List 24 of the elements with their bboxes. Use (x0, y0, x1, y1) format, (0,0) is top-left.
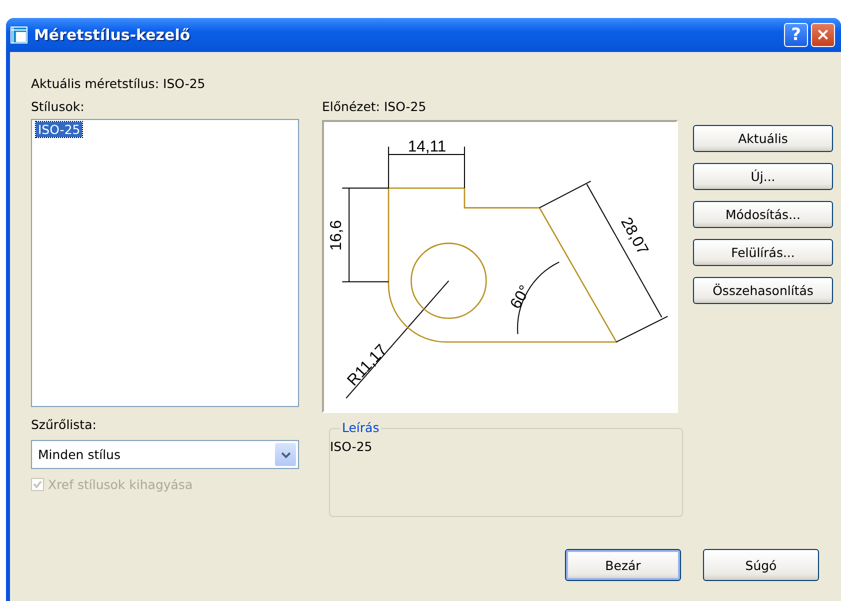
action-button[interactable]: Új... (693, 163, 833, 190)
app-icon (10, 26, 28, 44)
group-title: Leírás (340, 420, 382, 435)
action-button[interactable]: Összehasonlítás (693, 277, 833, 304)
filter-label: Szűrőlista: (31, 417, 98, 432)
action-button[interactable]: Aktuális (693, 125, 833, 152)
window-title: Méretstílus-kezelő (34, 26, 192, 44)
chevron-down-icon (275, 443, 296, 466)
filter-dropdown[interactable]: Minden stílus (31, 440, 299, 469)
dialog-button[interactable]: Bezár (565, 549, 681, 581)
dimension-label: 60° (507, 282, 534, 312)
description-text: ISO-25 (330, 439, 372, 454)
dimension-label: 16,6 (328, 220, 346, 251)
action-button[interactable]: Módosítás... (693, 201, 833, 228)
close-button[interactable]: × (811, 23, 835, 47)
styles-label: Stílusok: (31, 99, 86, 114)
list-item[interactable]: ISO-25 (36, 122, 82, 137)
action-button[interactable]: Felülírás... (693, 239, 833, 266)
dimension-label: 14,11 (408, 138, 446, 156)
help-button[interactable]: ? (784, 23, 808, 47)
dialog-button[interactable]: Súgó (703, 549, 819, 581)
checkbox-label: Xref stílusok kihagyása (48, 477, 193, 492)
current-style-label: Aktuális méretstílus: ISO-25 (31, 76, 206, 91)
preview-label: Előnézet: ISO-25 (322, 99, 428, 114)
